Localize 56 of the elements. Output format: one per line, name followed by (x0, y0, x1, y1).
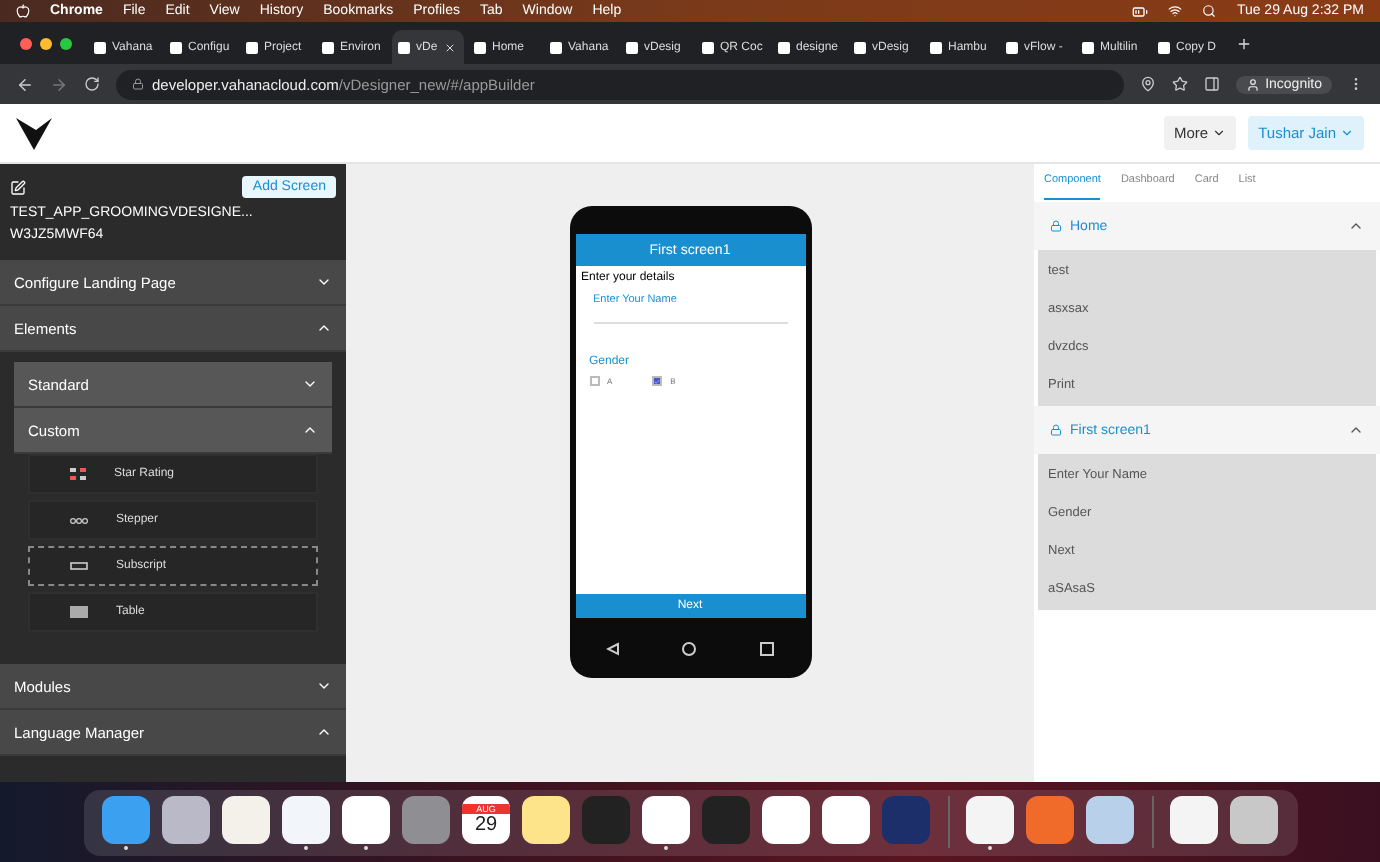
forward-icon[interactable] (50, 75, 68, 93)
lock-icon (1050, 220, 1062, 232)
favicon-icon (322, 41, 334, 53)
chevron-up-icon[interactable] (316, 320, 332, 336)
favicon-icon (626, 41, 638, 53)
calendar-day: 29 (474, 813, 498, 835)
zoom-dot[interactable] (60, 37, 72, 49)
chevron-down-icon[interactable] (316, 678, 332, 694)
favicon-icon (170, 41, 182, 53)
stepper-icon (70, 517, 88, 523)
close-dot[interactable] (20, 37, 32, 49)
favicon-icon (702, 41, 714, 53)
new-tab-icon[interactable] (1236, 35, 1252, 51)
back-icon[interactable] (16, 75, 34, 93)
location-icon[interactable] (1139, 76, 1156, 92)
table-icon (70, 606, 88, 618)
logo-icon (16, 115, 52, 151)
side-panel-icon[interactable] (1203, 76, 1220, 92)
checkbox[interactable] (652, 376, 663, 386)
back-triangle-icon[interactable] (606, 641, 621, 655)
chevron-down-icon (1212, 126, 1227, 140)
square-icon[interactable] (759, 641, 774, 655)
rectangle-icon (70, 562, 88, 570)
apple-icon[interactable] (16, 4, 30, 18)
lock-icon (132, 78, 144, 90)
checkbox[interactable] (589, 376, 599, 386)
grid-dots-icon (70, 468, 86, 480)
minimize-dot[interactable] (40, 37, 52, 49)
chevron-up-icon[interactable] (302, 422, 318, 438)
favicon-icon (550, 41, 562, 53)
home-circle-icon[interactable] (682, 641, 697, 655)
battery-icon (1132, 3, 1149, 19)
chevron-up-icon[interactable] (1348, 218, 1364, 234)
favicon-icon (930, 41, 942, 53)
favicon-icon (1158, 41, 1170, 53)
chevron-down-icon (1340, 126, 1354, 140)
reload-icon[interactable] (84, 76, 100, 92)
favicon-icon (1082, 41, 1094, 53)
chevron-down-icon[interactable] (302, 376, 318, 392)
favicon-icon (474, 41, 486, 53)
favicon-icon (778, 41, 790, 53)
chevron-up-icon[interactable] (1348, 422, 1364, 438)
favicon-icon (854, 41, 866, 53)
favicon-icon (1006, 41, 1018, 53)
chevron-up-icon[interactable] (316, 724, 332, 740)
favicon-icon (398, 41, 410, 53)
close-icon[interactable] (443, 41, 456, 53)
incognito-icon (1245, 77, 1260, 91)
wifi-icon (1168, 4, 1183, 18)
favicon-icon (246, 41, 258, 53)
favicon-icon (94, 41, 106, 53)
bookmark-star-icon[interactable] (1171, 76, 1188, 92)
search-icon[interactable] (1202, 4, 1217, 18)
chevron-down-icon[interactable] (316, 274, 332, 290)
edit-icon[interactable] (10, 179, 26, 195)
lock-icon (1050, 424, 1062, 436)
